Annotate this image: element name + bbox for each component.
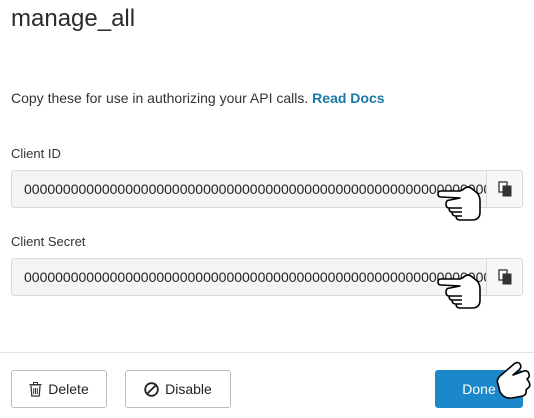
trash-icon [29, 381, 42, 397]
done-button-label: Done [462, 381, 496, 397]
dialog-description: Copy these for use in authorizing your A… [11, 90, 385, 106]
copy-icon [497, 181, 511, 197]
dialog-title: manage_all [11, 5, 136, 32]
client-secret-field: 0000000000000000000000000000000000000000… [11, 258, 523, 296]
done-button[interactable]: Done [435, 370, 523, 408]
delete-button-label: Delete [48, 381, 89, 397]
copy-client-secret-button[interactable] [486, 259, 522, 295]
copy-icon [497, 269, 511, 285]
client-secret-label: Client Secret [11, 234, 86, 249]
delete-button[interactable]: Delete [11, 370, 107, 408]
copy-client-id-button[interactable] [486, 171, 522, 207]
client-secret-value[interactable]: 0000000000000000000000000000000000000000… [12, 259, 486, 295]
client-id-label: Client ID [11, 146, 61, 161]
disable-icon [144, 381, 159, 397]
client-id-field: 0000000000000000000000000000000000000000… [11, 170, 523, 208]
client-id-value[interactable]: 0000000000000000000000000000000000000000… [12, 171, 486, 207]
read-docs-link[interactable]: Read Docs [312, 90, 384, 106]
footer-divider [0, 352, 534, 353]
disable-button[interactable]: Disable [125, 370, 231, 408]
disable-button-label: Disable [165, 381, 212, 397]
description-text: Copy these for use in authorizing your A… [11, 90, 309, 106]
